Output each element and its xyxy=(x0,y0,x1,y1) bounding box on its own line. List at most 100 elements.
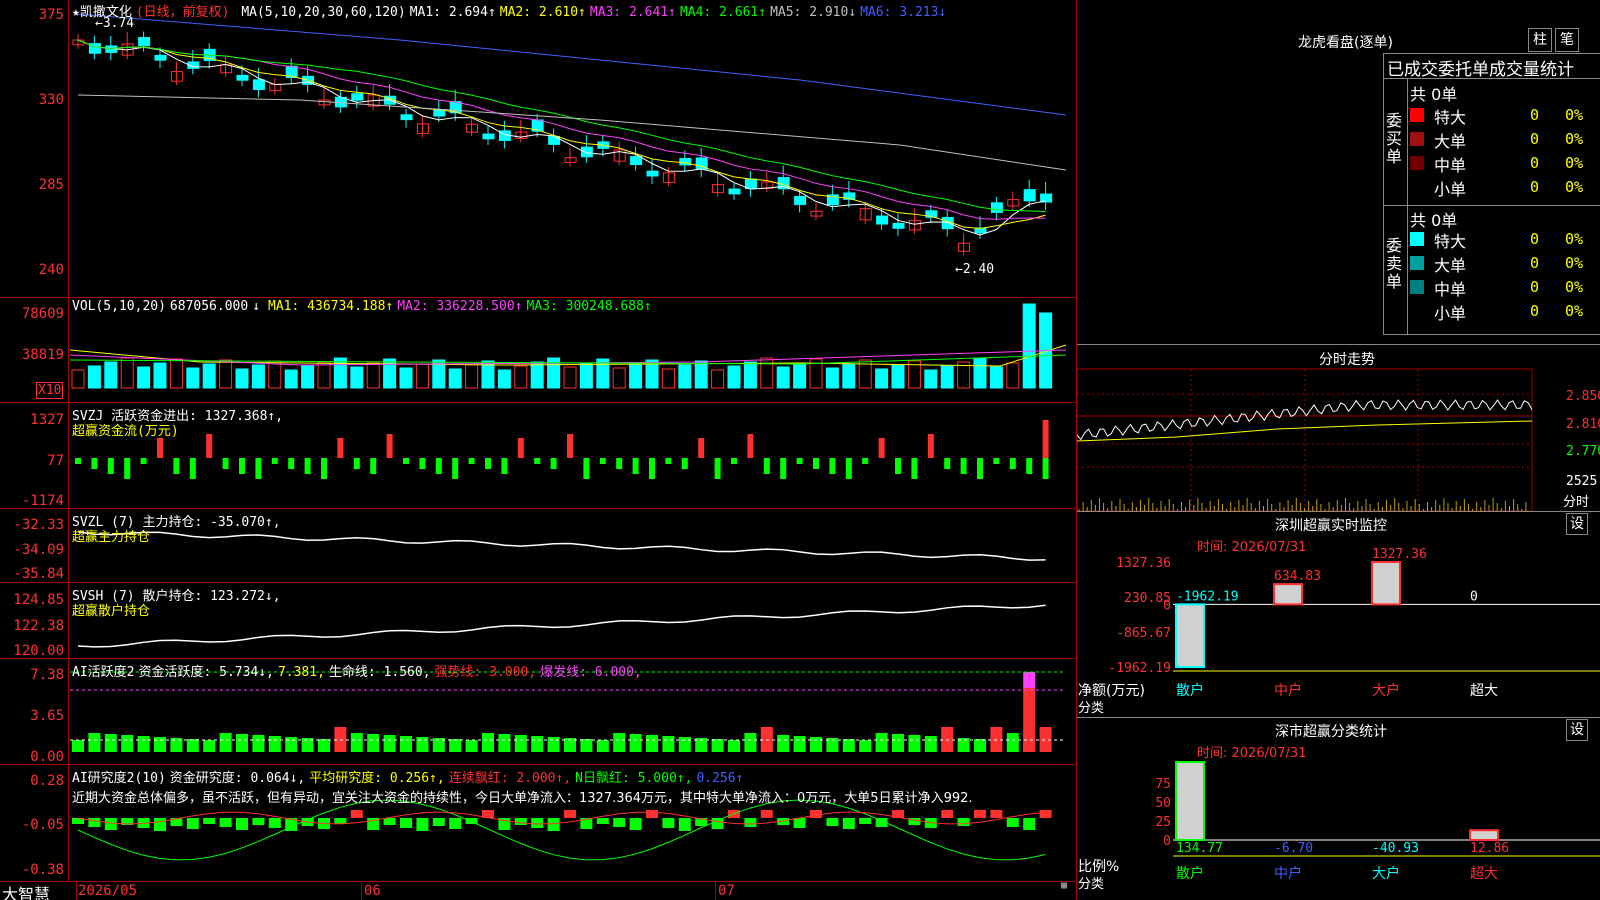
sz-stats-ytick: 50 xyxy=(1155,796,1171,811)
volume-bar xyxy=(333,357,347,389)
lock-icon[interactable]: ▀ xyxy=(1061,884,1071,895)
candle xyxy=(1040,193,1053,203)
kline-ma-5: MA5: 2.910↓ xyxy=(770,5,857,20)
ma3-line xyxy=(77,39,1046,220)
ai-active-bar xyxy=(350,733,363,752)
volume-bar xyxy=(924,369,938,389)
kline-ma-3: MA3: 2.641↑ xyxy=(589,5,676,20)
ai-active-bar xyxy=(400,736,412,752)
ai-research-bar xyxy=(1023,818,1036,830)
sell-swatch xyxy=(1410,232,1424,246)
ai-research-bar xyxy=(547,818,560,831)
ai-active-bar xyxy=(449,739,462,752)
svzj-bar xyxy=(255,458,262,479)
longhu-vline-1 xyxy=(1383,53,1384,335)
ai-active-bar xyxy=(629,734,642,752)
intraday-panel[interactable]: 分时走势 2.850 2.810 2.770 2525 分时 xyxy=(1077,345,1600,511)
bar-mode-button[interactable]: 柱 xyxy=(1528,28,1552,52)
svzj-bar xyxy=(485,458,491,469)
chart-canvas[interactable] xyxy=(0,0,1076,900)
ai-research-part-1: 平均研究度: 0.256↑, xyxy=(309,771,445,786)
ai-active-bar xyxy=(662,736,675,752)
volume-bar xyxy=(137,366,151,389)
volume-bar xyxy=(235,368,249,389)
volume-bar xyxy=(399,367,413,389)
sell-pct: 0% xyxy=(1565,278,1584,296)
ai-research-bar xyxy=(826,818,839,826)
intraday-vol-label: 分时 xyxy=(1563,495,1590,510)
kline-ytick-0: 375 xyxy=(38,7,64,23)
high-mark: ←3.74 xyxy=(95,16,135,31)
svzj-bar xyxy=(157,438,163,458)
volume-bar xyxy=(1006,362,1020,389)
ai-active-bar xyxy=(252,735,265,752)
xaxis-tick-1 xyxy=(361,881,362,900)
buy-label: 小单 xyxy=(1434,180,1467,199)
volume-bar xyxy=(448,368,462,389)
sz-monitor-panel: 深圳超赢实时监控 设 时间: 2026/07/31 1327.36 230.85 0… xyxy=(1077,512,1600,717)
svzj-bar xyxy=(1009,458,1016,469)
sz-monitor-category: 大户 xyxy=(1372,682,1400,699)
ai-research-bar xyxy=(941,810,954,818)
kline-ytick-2: 285 xyxy=(38,177,64,193)
ai-active-bar xyxy=(810,737,822,752)
buy-pct: 0% xyxy=(1565,154,1584,172)
sell-label: 小单 xyxy=(1434,304,1467,323)
svzj-ytick-0: 1327 xyxy=(30,412,64,428)
sell-pct: 0% xyxy=(1565,230,1584,248)
sell-row: 特大 0 0% xyxy=(1410,228,1600,251)
kline-ma-6: MA6: 3.213↓ xyxy=(860,5,947,20)
svzj-bar xyxy=(271,458,278,464)
main-chart-area[interactable]: ★凯撒文化 (日线，前复权) MA(5,10,20,30,60,120) MA1: … xyxy=(0,0,1077,900)
kline-ytick-1: 330 xyxy=(38,92,64,108)
ai-active-ytick-1: 3.65 xyxy=(30,708,64,724)
ai-research-bar xyxy=(974,810,986,818)
low-mark: ←2.40 xyxy=(955,262,995,277)
volume-bar xyxy=(301,365,315,389)
ai-active-bar xyxy=(1023,672,1036,688)
svzj-bar xyxy=(435,458,442,474)
buy-count: 0 xyxy=(1530,154,1540,172)
svzj-bar xyxy=(353,458,360,469)
sz-monitor-bar-value: 0 xyxy=(1470,589,1478,604)
ai-research-part-3: N日飘红: 5.000↑, xyxy=(575,771,693,786)
sz-stats-bar xyxy=(1175,761,1205,841)
ai-active-bar xyxy=(72,740,84,752)
buy-row: 大单 0 0% xyxy=(1410,128,1600,151)
ai-research-bar xyxy=(810,810,822,818)
volume-bar xyxy=(153,362,167,389)
volume-bar xyxy=(842,363,856,389)
ai-research-bar xyxy=(613,818,626,827)
svzj-bar xyxy=(386,434,393,458)
ai-active-bar xyxy=(974,739,986,752)
tick-mode-button[interactable]: 笔 xyxy=(1555,28,1579,52)
svsh-ytick-2: 120.00 xyxy=(13,643,64,659)
xaxis-label-2: 07 xyxy=(718,883,735,899)
ai-active-bar xyxy=(547,737,560,752)
intraday-ytick-0: 2.850 xyxy=(1566,389,1600,404)
ai-research-comment: 近期大资金总体偏多，虽不活跃，但有异动，宜关注大资金的持续性，今日大单净流入：1… xyxy=(72,791,973,806)
sz-monitor-ytick: -1962.19 xyxy=(1108,661,1171,676)
xaxis-label-1: 06 xyxy=(364,883,381,899)
svzj-bar xyxy=(731,458,737,464)
svzl-legend2: 超赢主力持仓 xyxy=(72,530,151,545)
svzj-bar xyxy=(583,458,590,479)
vol-value: 687056.000 ↓ xyxy=(169,299,261,314)
svzj-bar xyxy=(107,458,114,474)
svzj-bar xyxy=(189,458,196,479)
volume-bar xyxy=(1022,303,1036,389)
ai-research-line xyxy=(77,799,1046,861)
vol-name: VOL(5,10,20) xyxy=(72,299,166,314)
volume-bar xyxy=(465,364,479,389)
ai-research-bar xyxy=(154,818,166,831)
candle xyxy=(646,170,659,177)
ai-active-ytick-0: 7.38 xyxy=(30,667,64,683)
ai-active-bar xyxy=(482,733,494,752)
intraday-chart[interactable] xyxy=(1077,345,1600,511)
vol-ma-2: MA2: 336228.500↑ xyxy=(397,299,523,314)
ai-research-bar xyxy=(1006,818,1019,827)
sell-row: 小单 0 0% xyxy=(1410,300,1600,323)
ai-research-bar xyxy=(416,818,429,831)
candle xyxy=(400,114,413,121)
ai-research-bar xyxy=(268,818,281,828)
